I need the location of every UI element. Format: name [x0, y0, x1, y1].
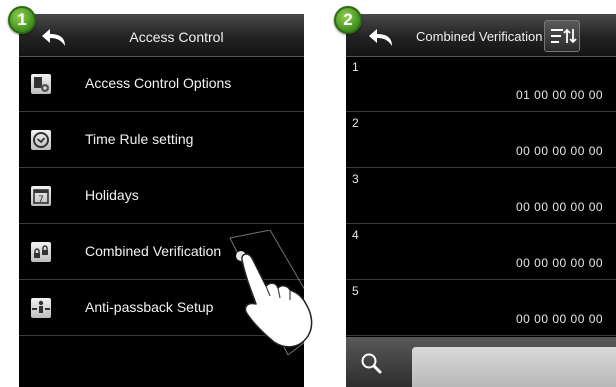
record-number: 2 [352, 116, 359, 130]
record-number: 5 [352, 284, 359, 298]
menu-item-label: Anti-passback Setup [85, 299, 214, 315]
record-value: 01 00 00 00 00 [516, 88, 604, 102]
record-number: 3 [352, 172, 359, 186]
back-arrow-icon [369, 29, 392, 46]
combined-verification-screen: Combined Verification 1 01 00 00 00 00 2… [346, 14, 616, 387]
locks-icon [31, 242, 51, 262]
page-title: Combined Verification [416, 29, 543, 44]
menu-item-label: Combined Verification [85, 243, 222, 259]
record-row[interactable]: 2 00 00 00 00 00 [346, 112, 616, 168]
record-value: 00 00 00 00 00 [516, 256, 604, 270]
menu-item-label: Holidays [85, 187, 139, 203]
sort-menu-icon [551, 28, 577, 44]
record-value: 00 00 00 00 00 [516, 144, 604, 158]
record-value: 00 00 00 00 00 [516, 200, 604, 214]
search-button[interactable] [356, 351, 386, 377]
record-row[interactable]: 5 00 00 00 00 00 [346, 280, 616, 336]
calendar-icon: 7 [31, 186, 51, 206]
anti-passback-icon [31, 298, 51, 318]
search-icon [361, 353, 382, 374]
menu-item-access-control-options[interactable]: Access Control Options [19, 56, 304, 112]
step-badge-1: 1 [8, 6, 36, 34]
search-input[interactable] [412, 347, 616, 387]
menu-item-holidays[interactable]: 7 Holidays [19, 168, 304, 224]
record-number: 1 [352, 60, 359, 74]
record-number: 4 [352, 228, 359, 242]
access-options-icon [31, 74, 51, 94]
record-value: 00 00 00 00 00 [516, 312, 604, 326]
clock-icon [31, 130, 51, 150]
page-title: Access Control [129, 29, 224, 45]
menu-item-time-rule-setting[interactable]: Time Rule setting [19, 112, 304, 168]
back-button[interactable] [366, 26, 396, 50]
sort-menu-button[interactable] [544, 20, 580, 52]
tap-hand-icon [208, 229, 328, 356]
svg-text:7: 7 [38, 195, 44, 205]
menu-item-label: Time Rule setting [85, 131, 194, 147]
record-row[interactable]: 1 01 00 00 00 00 [346, 56, 616, 112]
title-bar: Combined Verification [346, 14, 616, 57]
record-row[interactable]: 3 00 00 00 00 00 [346, 168, 616, 224]
step-badge-2: 2 [334, 6, 362, 34]
title-bar: Access Control [19, 14, 304, 57]
bottom-bar [346, 337, 616, 387]
record-row[interactable]: 4 00 00 00 00 00 [346, 224, 616, 280]
menu-item-label: Access Control Options [85, 75, 232, 91]
